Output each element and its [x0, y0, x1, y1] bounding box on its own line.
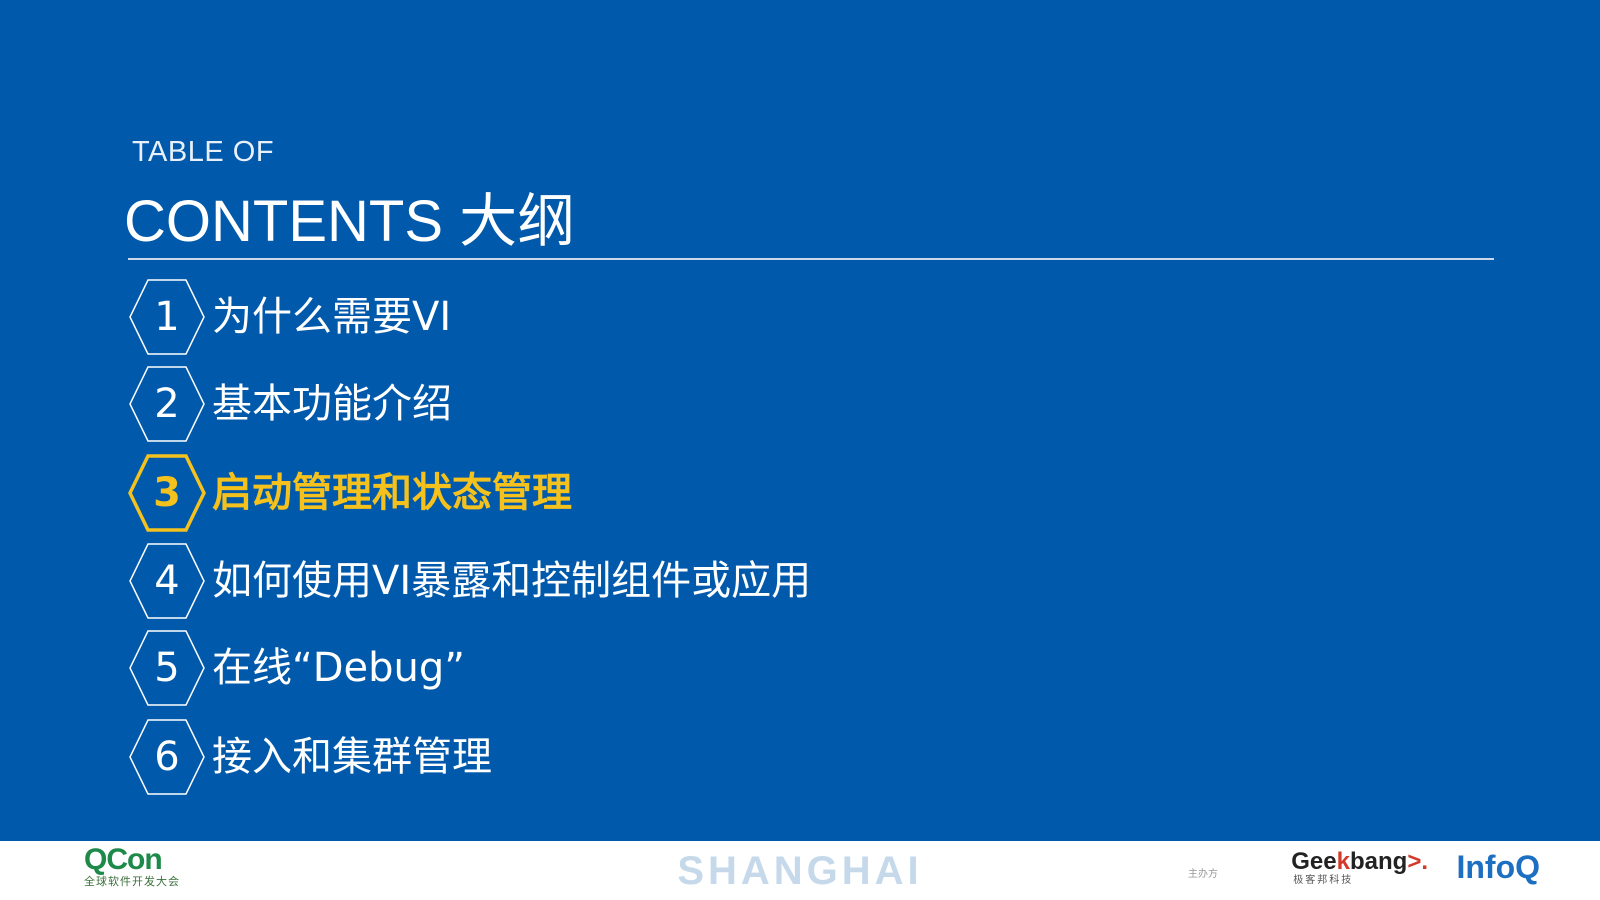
toc-item-label: 接入和集群管理 [212, 734, 492, 780]
geekbang-logo-part: bang [1349, 848, 1408, 875]
toc-item-3-active[interactable]: 3 启动管理和状态管理 [128, 454, 1328, 534]
toc-item-6[interactable]: 6 接入和集群管理 [128, 718, 1328, 798]
toc-item-2[interactable]: 2 基本功能介绍 [128, 365, 1328, 445]
header-subtitle: TABLE OF [132, 136, 275, 168]
slide: TABLE OF CONTENTS 大纲 1 为什么需要VI 2 基本功能介绍 [0, 0, 1600, 900]
toc-item-5[interactable]: 5 在线“Debug” [128, 629, 1328, 709]
organizer-label: 主办方 [1188, 869, 1218, 880]
toc-item-label: 在线“Debug” [212, 645, 465, 691]
toc-item-number: 6 [154, 734, 180, 780]
toc-item-number: 4 [154, 558, 180, 604]
toc-item-number: 5 [154, 645, 180, 691]
title-divider [128, 258, 1494, 260]
toc-item-label: 基本功能介绍 [212, 381, 452, 427]
slide-background: TABLE OF CONTENTS 大纲 1 为什么需要VI 2 基本功能介绍 [0, 0, 1600, 841]
page-title: CONTENTS 大纲 [124, 189, 576, 254]
footer-bar: QCon 全球软件开发大会 SHANGHAI 主办方 Geekbang>. 极客… [0, 841, 1600, 900]
toc-item-label: 启动管理和状态管理 [212, 470, 572, 516]
toc-item-number: 2 [154, 381, 180, 427]
geekbang-logo: Geekbang>. 极客邦科技 [1291, 849, 1428, 887]
toc-item-number: 1 [154, 294, 180, 340]
geekbang-logo-subtitle: 极客邦科技 [1293, 875, 1354, 886]
toc-item-label: 为什么需要VI [212, 294, 452, 340]
geekbang-logo-k: k [1336, 848, 1350, 875]
geekbang-logo-part: Gee [1291, 848, 1337, 875]
geekbang-logo-text: Geekbang>. [1291, 849, 1428, 875]
toc-item-label: 如何使用VI暴露和控制组件或应用 [212, 558, 812, 604]
infoq-logo: InfoQ [1456, 849, 1540, 885]
toc-item-4[interactable]: 4 如何使用VI暴露和控制组件或应用 [128, 542, 1328, 622]
toc-item-1[interactable]: 1 为什么需要VI [128, 278, 1328, 358]
geekbang-logo-chevron: >. [1407, 848, 1428, 875]
toc-item-number: 3 [153, 470, 181, 516]
